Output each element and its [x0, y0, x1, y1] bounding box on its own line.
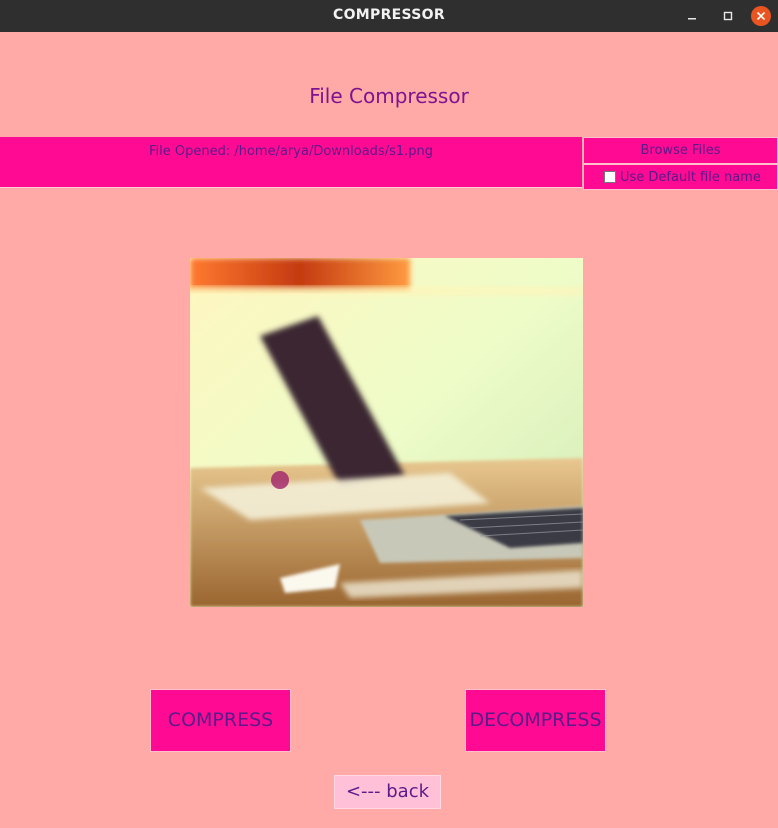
file-opened-bar: File Opened: /home/arya/Downloads/s1.png [0, 137, 582, 188]
app-window: COMPRESSOR File Compressor File Opened: … [0, 0, 778, 828]
back-button[interactable]: <--- back [334, 775, 441, 809]
title-bar[interactable]: COMPRESSOR [0, 0, 778, 32]
default-file-name-label: Use Default file name [620, 169, 761, 185]
minimize-icon[interactable] [682, 6, 702, 26]
maximize-icon[interactable] [718, 6, 738, 26]
image-preview [190, 258, 583, 607]
window-title: COMPRESSOR [333, 7, 445, 23]
default-file-name-option[interactable]: Use Default file name [583, 164, 778, 190]
browse-files-button[interactable]: Browse Files [583, 137, 778, 164]
decompress-button[interactable]: DECOMPRESS [465, 689, 606, 752]
compress-button[interactable]: COMPRESS [150, 689, 291, 752]
close-icon[interactable] [751, 6, 771, 26]
laptop-photo [190, 258, 583, 607]
page-title: File Compressor [309, 84, 469, 108]
file-opened-label: File Opened: /home/arya/Downloads/s1.png [148, 144, 434, 159]
default-file-name-checkbox[interactable] [604, 171, 616, 183]
